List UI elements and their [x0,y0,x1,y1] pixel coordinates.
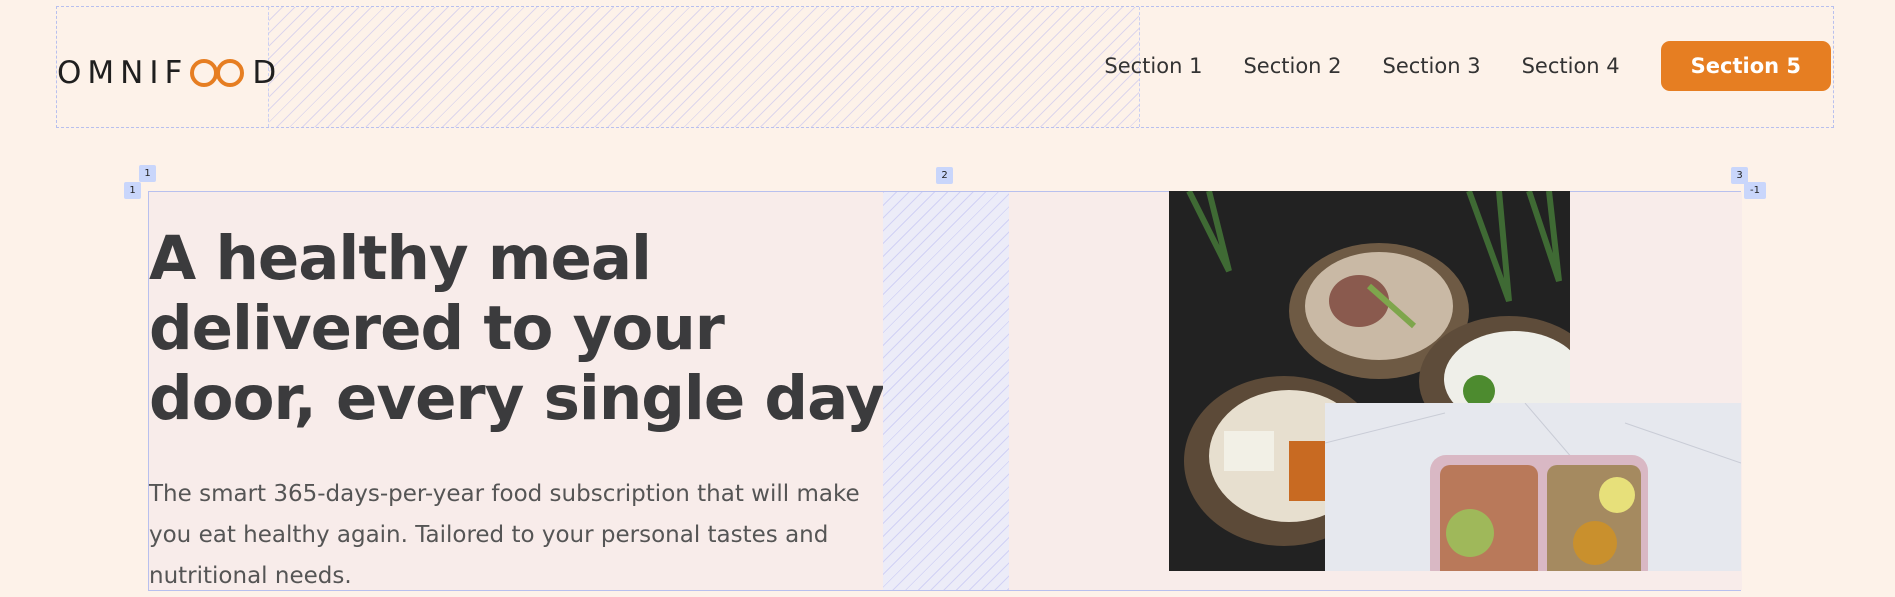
hero-title: A healthy meal delivered to your door, e… [149,223,885,434]
grid-column-gap [883,192,1009,590]
nav-link-section-1[interactable]: Section 1 [1104,54,1202,78]
logo-text-end: D [252,55,283,91]
nav-link-section-3[interactable]: Section 3 [1383,54,1481,78]
nav-cta-button[interactable]: Section 5 [1660,41,1831,91]
meal-prep-containers-photo [1325,403,1741,571]
grid-row-badge: -1 [1744,182,1766,199]
omnifood-logo[interactable]: OMNIF D [57,51,282,95]
nav-link-section-2[interactable]: Section 2 [1243,54,1341,78]
nav-link-section-4[interactable]: Section 4 [1522,54,1620,78]
infinity-icon [188,56,248,90]
logo-text-start: OMNIF [57,55,189,91]
grid-line-badge: 2 [936,167,953,184]
hero-text-column: A healthy meal delivered to your door, e… [149,192,885,590]
grid-row-badge: 1 [124,182,141,199]
grid-gap-overlay [268,7,1140,127]
grid-line-badge: 1 [139,165,156,182]
main-nav: Section 1 Section 2 Section 3 Section 4 … [1104,41,1831,91]
site-header: OMNIF D Section 1 Section 2 Section 3 Se… [56,6,1834,128]
hero-description: The smart 365-days-per-year food subscri… [149,481,860,589]
